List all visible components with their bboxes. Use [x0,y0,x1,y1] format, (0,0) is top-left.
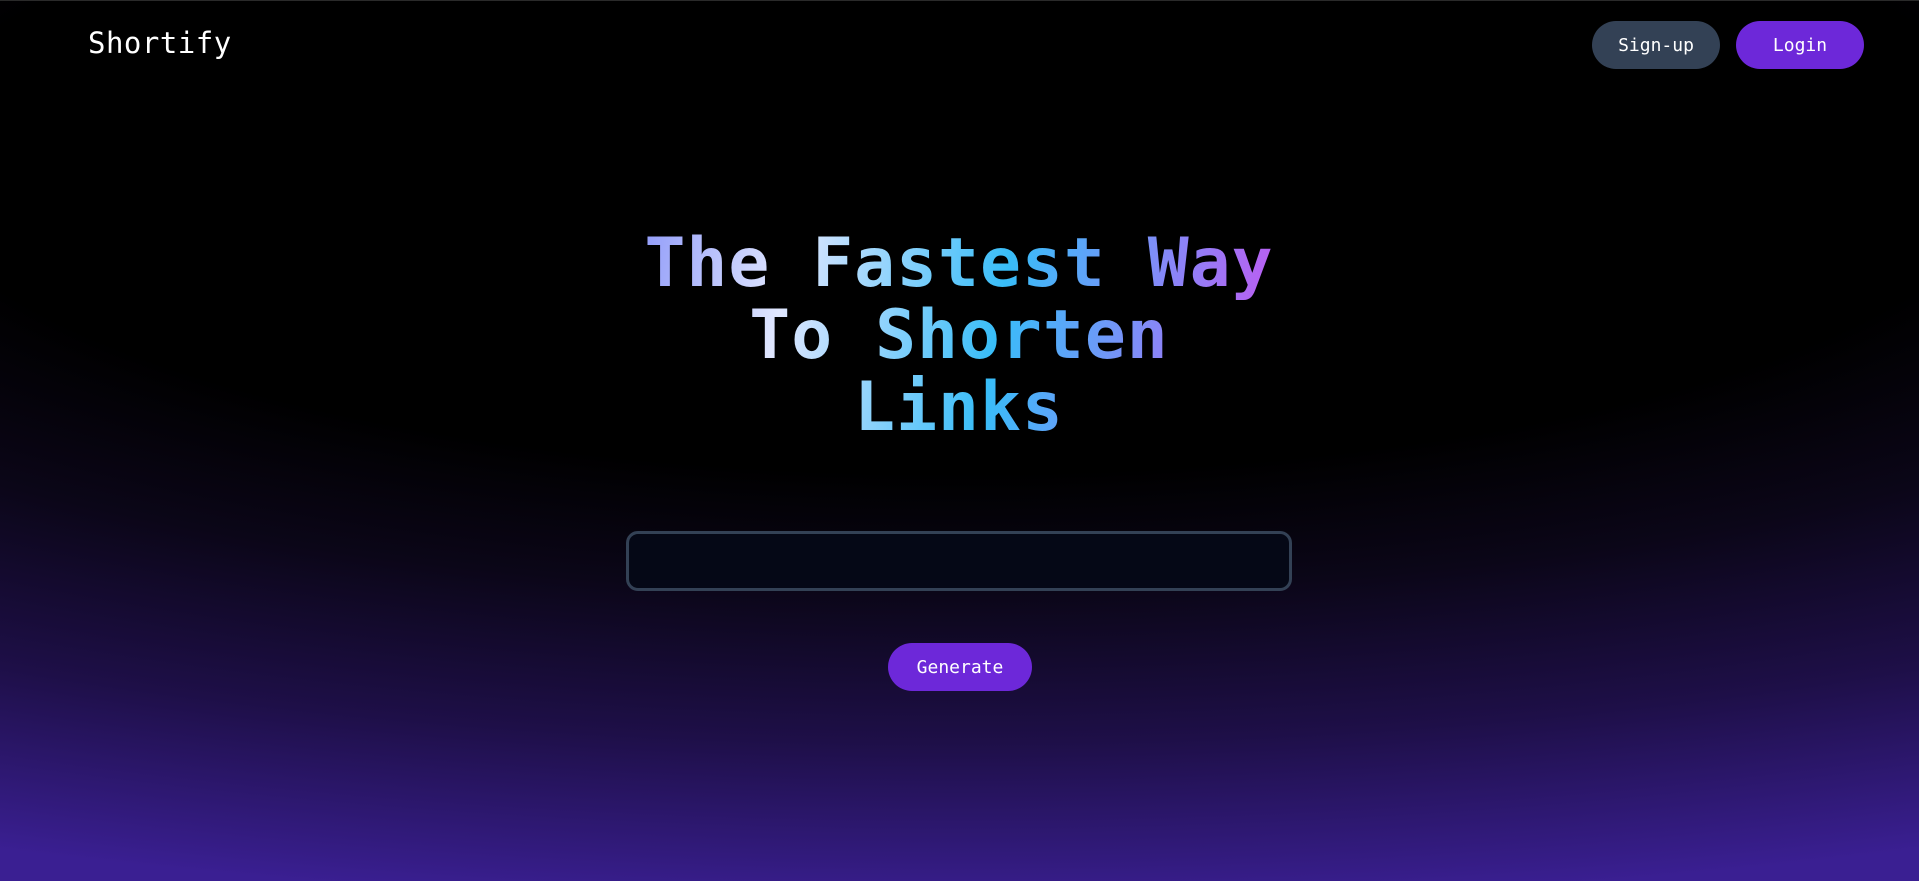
brand-logo[interactable]: Shortify [88,26,232,60]
url-input[interactable] [626,531,1292,591]
hero-title-line-1: The Fastest Way [644,224,1274,303]
generate-button[interactable]: Generate [888,643,1032,691]
hero-title-line-3: Links [854,368,1064,447]
navbar: Shortify Sign-up Login [0,0,1919,90]
signup-button[interactable]: Sign-up [1592,21,1720,69]
hero-title-line-2: To Shorten [749,296,1169,375]
login-button[interactable]: Login [1736,21,1864,69]
hero-title: The Fastest Way To Shorten Links [609,228,1309,444]
